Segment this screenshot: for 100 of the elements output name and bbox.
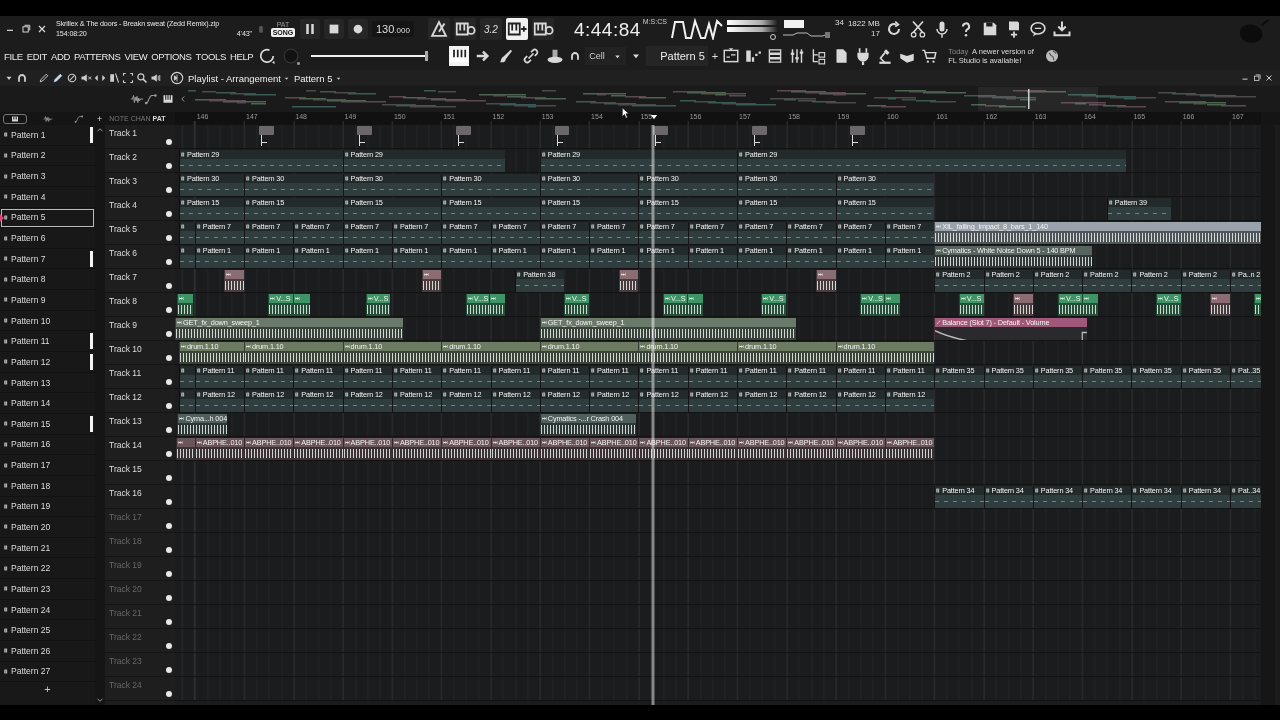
piano-roll-icon[interactable] <box>449 46 470 66</box>
audio-clip[interactable] <box>456 126 471 148</box>
select-icon[interactable] <box>122 72 134 84</box>
track-name[interactable]: Track 13 <box>109 416 142 426</box>
audio-clip[interactable] <box>293 294 310 316</box>
menu-item[interactable]: FILE <box>4 50 23 62</box>
track-lane[interactable] <box>175 461 1261 485</box>
curve-icon[interactable] <box>144 92 158 106</box>
track-name[interactable]: Track 12 <box>109 392 142 402</box>
pattern-item[interactable]: Pattern 5 <box>0 207 95 229</box>
track-led[interactable] <box>166 523 172 529</box>
track-led[interactable] <box>166 451 172 457</box>
knob[interactable] <box>281 46 302 66</box>
track-lane[interactable] <box>175 509 1261 533</box>
track-led[interactable] <box>166 499 172 505</box>
track-lane[interactable] <box>175 653 1261 677</box>
close-icon[interactable] <box>36 23 48 35</box>
speaker-icon[interactable] <box>150 72 162 84</box>
track-lane[interactable] <box>175 533 1261 557</box>
track-led[interactable] <box>166 475 172 481</box>
waveform-icon[interactable] <box>130 92 144 106</box>
track-led[interactable] <box>166 355 172 361</box>
track-name[interactable]: Track 3 <box>109 176 138 186</box>
track-led[interactable] <box>166 139 172 145</box>
audio-clip[interactable] <box>850 126 866 148</box>
record-icon[interactable] <box>348 19 368 39</box>
loop-record-icon[interactable] <box>531 18 554 40</box>
audio-clip[interactable] <box>176 294 194 316</box>
track-name[interactable]: Track 14 <box>109 440 142 450</box>
audio-clip[interactable] <box>357 126 373 148</box>
track-name[interactable]: Track 1 <box>109 128 138 138</box>
track-led[interactable] <box>166 667 172 673</box>
playlist-icon[interactable] <box>170 71 184 85</box>
track-led[interactable] <box>166 331 172 337</box>
countdown-toggle[interactable]: 3.2 <box>479 18 502 40</box>
track-led[interactable] <box>166 187 172 193</box>
pattern-clip[interactable] <box>178 366 195 388</box>
track-led[interactable] <box>166 211 172 217</box>
track-lane[interactable] <box>175 581 1261 605</box>
restore-icon[interactable] <box>20 23 32 35</box>
download-icon[interactable] <box>1051 19 1072 39</box>
audio-clip[interactable] <box>1254 294 1261 316</box>
scrollbar[interactable] <box>1261 125 1275 705</box>
chat-icon[interactable] <box>1027 19 1048 39</box>
playlist-icon[interactable] <box>722 47 741 65</box>
restore-icon[interactable] <box>1252 73 1262 83</box>
audio-clip[interactable] <box>815 270 836 292</box>
track-led[interactable] <box>166 619 172 625</box>
track-name[interactable]: Track 9 <box>109 320 138 330</box>
add-pattern-button[interactable]: + <box>711 50 719 62</box>
audio-clip[interactable] <box>258 126 274 148</box>
piano-icon[interactable] <box>162 93 174 105</box>
track-name[interactable]: Track 5 <box>109 224 138 234</box>
audio-clip[interactable] <box>176 438 195 460</box>
track-led[interactable] <box>166 283 172 289</box>
track-led[interactable] <box>166 235 172 241</box>
audio-clip[interactable] <box>618 270 639 292</box>
add-pattern-button[interactable]: + <box>0 683 95 696</box>
mute-icon[interactable] <box>80 72 92 84</box>
cart-icon[interactable] <box>920 47 939 65</box>
menu-item[interactable]: ADD <box>50 50 70 62</box>
piano-tab[interactable] <box>3 113 27 124</box>
slice-icon[interactable] <box>108 72 120 84</box>
track-lane[interactable] <box>175 605 1261 629</box>
track-led[interactable] <box>166 643 172 649</box>
track-name[interactable]: Track 11 <box>109 368 142 378</box>
audio-clip[interactable] <box>1082 294 1099 316</box>
magnet-icon[interactable] <box>569 50 582 62</box>
track-name[interactable]: Track 15 <box>109 464 142 474</box>
track-name[interactable]: Track 16 <box>109 488 142 498</box>
track-lane[interactable] <box>175 365 1261 389</box>
pencil-icon[interactable] <box>38 72 50 84</box>
track-led[interactable] <box>166 547 172 553</box>
track-led[interactable] <box>166 595 172 601</box>
menu-item[interactable]: HELP <box>229 50 254 62</box>
menu-item[interactable]: VIEW <box>124 50 148 62</box>
keyboard-icon[interactable] <box>453 18 476 40</box>
magnet-icon[interactable] <box>16 72 28 84</box>
track-name[interactable]: Track 7 <box>109 272 138 282</box>
globe-icon[interactable] <box>1044 48 1061 64</box>
step-sequencer-icon[interactable] <box>744 47 763 65</box>
pause-icon[interactable] <box>300 19 320 39</box>
track-lane[interactable] <box>175 125 1261 149</box>
audio-clip[interactable] <box>751 126 767 148</box>
track-name[interactable]: Track 4 <box>109 200 138 210</box>
track-led[interactable] <box>166 691 172 697</box>
track-led[interactable] <box>166 571 172 577</box>
menu-item[interactable]: TOOLS <box>195 50 226 62</box>
track-name[interactable]: Track 2 <box>109 152 138 162</box>
track-lane[interactable] <box>175 557 1261 581</box>
zoom-icon[interactable] <box>136 72 148 84</box>
audio-clip[interactable] <box>224 270 244 292</box>
master-volume-slider[interactable] <box>311 51 430 61</box>
audio-clip[interactable] <box>554 126 570 148</box>
menu-item[interactable]: PATTERNS <box>73 50 121 62</box>
add-button[interactable]: + <box>97 113 103 124</box>
time-display[interactable]: 4:44:84 <box>573 18 641 40</box>
audio-clip[interactable] <box>1210 294 1230 316</box>
tempo-display[interactable]: 130.000 <box>372 21 414 37</box>
pattern-clip[interactable] <box>178 246 195 268</box>
